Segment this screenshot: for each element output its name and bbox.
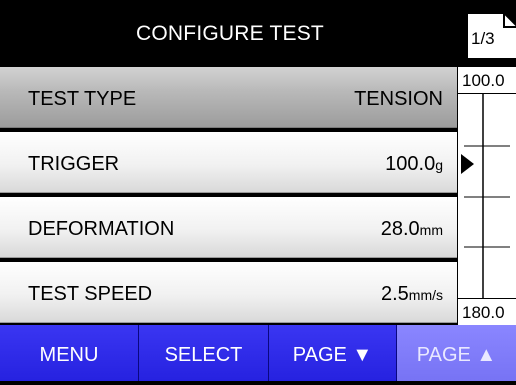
scale-bottom-value: 180.0 <box>458 298 516 325</box>
scale-top-value: 100.0 <box>458 67 516 94</box>
page-title: CONFIGURE TEST <box>136 22 324 45</box>
row-value: TENSION <box>354 88 443 110</box>
row-value: 2.5mm/s <box>380 283 443 305</box>
row-label: TEST TYPE <box>28 88 137 110</box>
triangle-right-icon <box>461 154 474 174</box>
row-value: 100.0g <box>385 153 443 175</box>
page-down-button[interactable]: PAGE ▼ <box>268 325 396 381</box>
menu-button[interactable]: MENU <box>0 325 138 381</box>
row-test-speed[interactable]: TEST SPEED 2.5mm/s <box>0 262 457 323</box>
row-deformation[interactable]: DEFORMATION 28.0mm <box>0 197 457 258</box>
page-indicator-text: 1/3 <box>471 29 495 48</box>
row-label: TRIGGER <box>28 153 120 175</box>
row-label: TEST SPEED <box>28 283 153 305</box>
softkey-bar: MENU SELECT PAGE ▼ PAGE ▲ <box>0 325 516 381</box>
row-trigger[interactable]: TRIGGER 100.0g <box>0 132 457 193</box>
row-value: 28.0mm <box>380 218 443 240</box>
header-bar: CONFIGURE TEST 1/3 <box>0 0 516 67</box>
page-indicator: 1/3 <box>466 12 516 60</box>
page-up-button[interactable]: PAGE ▲ <box>396 325 516 381</box>
row-label: DEFORMATION <box>28 218 175 240</box>
value-scale: 100.0 180.0 <box>457 67 516 325</box>
scale-graphic <box>461 94 510 298</box>
row-test-type[interactable]: TEST TYPE TENSION <box>0 67 457 128</box>
select-button[interactable]: SELECT <box>138 325 268 381</box>
